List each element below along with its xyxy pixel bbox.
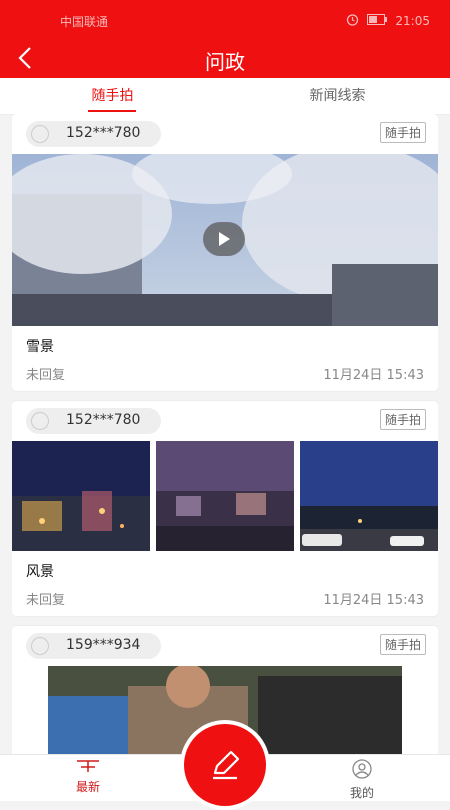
- post-title: 雪景: [26, 339, 54, 355]
- nav-bar: 问政: [0, 40, 450, 78]
- clock: 21:05: [395, 14, 430, 28]
- page-title: 问政: [205, 50, 245, 74]
- category-tag: 随手拍: [379, 634, 426, 655]
- avatar: [31, 412, 49, 430]
- compose-button[interactable]: [180, 720, 270, 810]
- user-pill: 152***780: [26, 408, 161, 434]
- post-image[interactable]: [300, 441, 438, 551]
- user-icon: [352, 759, 372, 779]
- post-images: [12, 441, 438, 551]
- post-header: 152***780 随手拍: [12, 114, 438, 154]
- user-phone: 152***780: [66, 412, 141, 428]
- post-header: 152***780 随手拍: [12, 401, 438, 441]
- avatar: [31, 637, 49, 655]
- category-tag: 随手拍: [379, 122, 426, 143]
- carrier-name: 中国联通: [60, 15, 109, 29]
- user-phone: 159***934: [66, 637, 141, 653]
- tab-snapshot[interactable]: 随手拍: [0, 78, 225, 114]
- post-footer: 未回复 11月24日 15:43: [12, 358, 438, 391]
- tab-bar: 随手拍 新闻线索: [0, 78, 450, 115]
- play-icon: [219, 232, 230, 246]
- user-pill: 152***780: [26, 121, 161, 147]
- category-tag: 随手拍: [379, 409, 426, 430]
- nav-latest[interactable]: 最新: [58, 759, 118, 795]
- post-feed[interactable]: 152***780 随手拍 雪景 未回复 11月24日 15:43 152***…: [12, 114, 438, 754]
- status-icons: 21:05: [346, 13, 430, 29]
- post-image[interactable]: [12, 441, 150, 551]
- post-time: 11月24日 15:43: [323, 368, 424, 383]
- post-time: 11月24日 15:43: [323, 593, 424, 608]
- post-image[interactable]: [156, 441, 294, 551]
- latest-icon: [77, 760, 99, 772]
- user-phone: 152***780: [66, 125, 141, 141]
- user-pill: 159***934: [26, 633, 161, 659]
- status-bar: 中国联通 21:05: [0, 0, 450, 40]
- battery-icon: [367, 14, 388, 28]
- nav-latest-label: 最新: [75, 780, 100, 794]
- nav-mine-label: 我的: [349, 786, 374, 800]
- nav-mine[interactable]: 我的: [332, 759, 392, 801]
- tab-news-tips[interactable]: 新闻线索: [225, 78, 450, 114]
- post-card[interactable]: 152***780 随手拍 风景 未回复 11月24日 15:43: [12, 401, 438, 616]
- post-title: 风景: [26, 564, 54, 580]
- post-footer: 未回复 11月24日 15:43: [12, 583, 438, 616]
- reply-status: 未回复: [26, 593, 66, 608]
- post-header: 159***934 随手拍: [12, 626, 438, 666]
- pencil-icon: [213, 750, 240, 780]
- post-card[interactable]: 152***780 随手拍 雪景 未回复 11月24日 15:43: [12, 114, 438, 391]
- post-video[interactable]: [12, 154, 438, 326]
- reply-status: 未回复: [26, 368, 66, 383]
- avatar: [31, 125, 49, 143]
- play-button[interactable]: [203, 222, 245, 256]
- alarm-icon: [346, 13, 359, 29]
